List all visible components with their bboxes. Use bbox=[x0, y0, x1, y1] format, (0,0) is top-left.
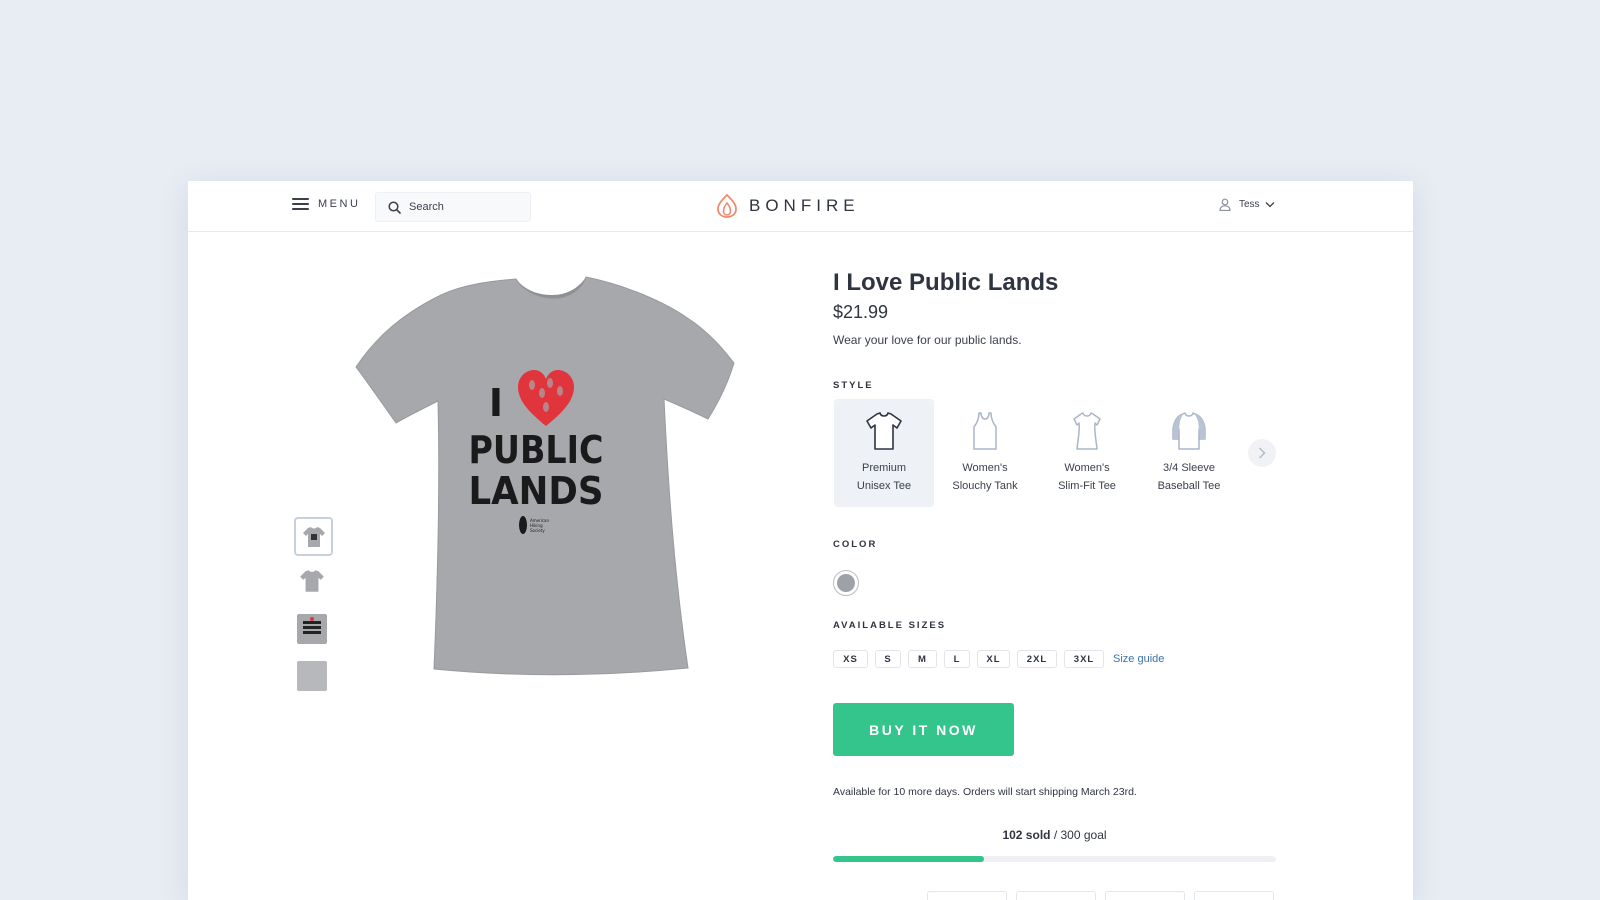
size-s[interactable]: S bbox=[875, 650, 901, 668]
slim-tee-icon bbox=[1073, 412, 1101, 450]
shirt-tag-logo bbox=[519, 516, 527, 534]
site-header: MENU BONFIRE Tess bbox=[188, 181, 1413, 232]
product-title: I Love Public Lands bbox=[833, 269, 1059, 296]
sizes-label: AVAILABLE SIZES bbox=[833, 620, 947, 631]
browser-window: MENU BONFIRE Tess bbox=[188, 181, 1413, 900]
size-l[interactable]: L bbox=[944, 650, 970, 668]
shirt-print-i: I bbox=[489, 381, 503, 425]
hamburger-icon bbox=[292, 198, 309, 210]
tank-icon bbox=[973, 412, 997, 450]
baseball-tee-icon bbox=[1172, 412, 1206, 450]
style-premium-unisex-tee[interactable]: Premium Unisex Tee bbox=[834, 399, 934, 507]
share-button-3[interactable] bbox=[1105, 891, 1185, 900]
thumbnail-back[interactable] bbox=[294, 563, 330, 599]
buy-it-now-button[interactable]: BUY IT NOW bbox=[833, 703, 1014, 756]
style-baseball-tee[interactable]: 3/4 Sleeve Baseball Tee bbox=[1139, 399, 1239, 507]
goal-progress-fill bbox=[833, 856, 984, 862]
goal-count: / 300 goal bbox=[1050, 828, 1107, 842]
user-name: Tess bbox=[1239, 199, 1260, 210]
color-label: COLOR bbox=[833, 539, 878, 550]
thumbnail-print-closeup[interactable] bbox=[294, 611, 330, 647]
size-xs[interactable]: XS bbox=[833, 650, 868, 668]
product-image: I PUBLIC LANDS American Hiking Society bbox=[316, 273, 756, 683]
style-next-button[interactable] bbox=[1248, 439, 1276, 467]
svg-text:Society: Society bbox=[530, 528, 545, 533]
goal-progress-text: 102 sold / 300 goal bbox=[833, 828, 1276, 842]
shirt-print-lands: LANDS bbox=[469, 469, 604, 513]
style-womens-slim-fit-tee[interactable]: Women's Slim-Fit Tee bbox=[1037, 399, 1137, 507]
user-icon bbox=[1219, 198, 1231, 211]
color-swatch-heather-grey[interactable] bbox=[833, 570, 859, 596]
style-options: Premium Unisex Tee Women's Slouchy Tank Wo… bbox=[833, 399, 1283, 507]
menu-label: MENU bbox=[318, 198, 361, 210]
size-options: XS S M L XL 2XL 3XL Size guide bbox=[833, 650, 1164, 668]
size-m[interactable]: M bbox=[908, 650, 937, 668]
tshirt-back-thumb-icon bbox=[300, 570, 324, 592]
goal-progress-bar bbox=[833, 856, 1276, 862]
brand-name: BONFIRE bbox=[749, 196, 860, 215]
availability-note: Available for 10 more days. Orders will … bbox=[833, 786, 1137, 798]
thumbnail-fabric[interactable] bbox=[294, 658, 330, 694]
style-womens-slouchy-tank[interactable]: Women's Slouchy Tank bbox=[935, 399, 1035, 507]
search-box[interactable] bbox=[375, 192, 531, 222]
search-icon bbox=[388, 200, 401, 214]
share-button-4[interactable] bbox=[1194, 891, 1274, 900]
style-label: STYLE bbox=[833, 380, 874, 391]
shirt-print-public: PUBLIC bbox=[469, 428, 604, 472]
product-price: $21.99 bbox=[833, 302, 889, 322]
size-xl[interactable]: XL bbox=[977, 650, 1010, 668]
size-3xl[interactable]: 3XL bbox=[1064, 650, 1104, 668]
print-closeup-icon bbox=[297, 614, 327, 644]
brand-logo[interactable]: BONFIRE bbox=[716, 194, 860, 218]
menu-button[interactable]: MENU bbox=[292, 198, 360, 210]
chevron-down-icon bbox=[1265, 202, 1275, 208]
swatch-fill bbox=[837, 574, 855, 592]
tee-icon bbox=[866, 412, 902, 450]
tshirt-thumb-icon bbox=[302, 526, 325, 547]
user-menu[interactable]: Tess bbox=[1219, 198, 1275, 211]
product-description: Wear your love for our public lands. bbox=[833, 333, 1022, 347]
fabric-swatch-icon bbox=[297, 661, 327, 691]
chevron-right-icon bbox=[1258, 447, 1266, 459]
size-guide-link[interactable]: Size guide bbox=[1113, 653, 1164, 665]
flame-icon bbox=[717, 194, 737, 218]
size-2xl[interactable]: 2XL bbox=[1017, 650, 1057, 668]
thumbnail-front[interactable] bbox=[294, 517, 333, 556]
search-input[interactable] bbox=[407, 200, 521, 214]
sold-count: 102 sold bbox=[1002, 828, 1051, 842]
share-button-2[interactable] bbox=[1016, 891, 1096, 900]
share-button-1[interactable] bbox=[927, 891, 1007, 900]
